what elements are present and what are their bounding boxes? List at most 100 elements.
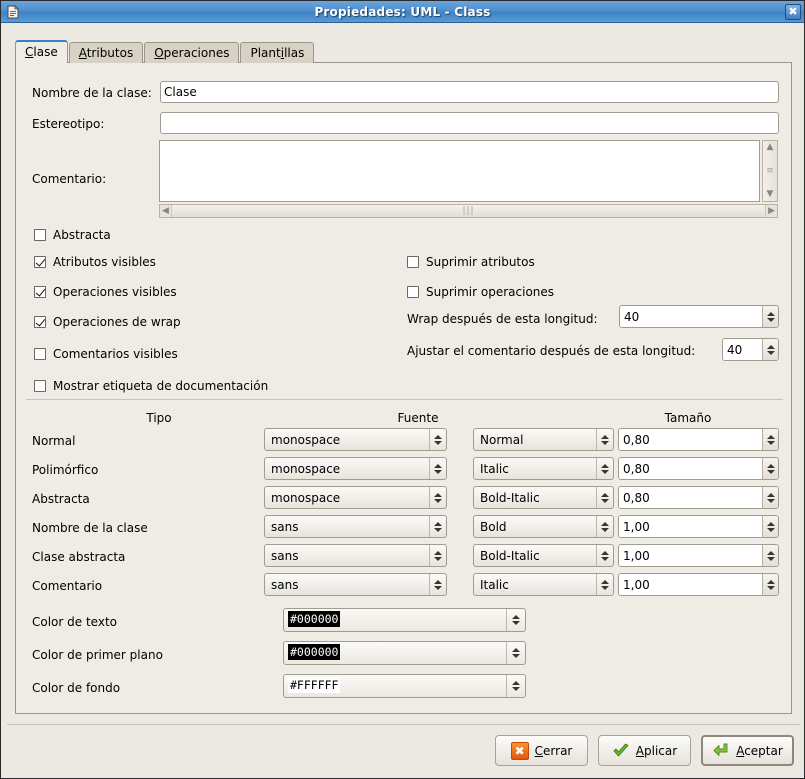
checkbox-mostrar-etiqueta-documentacion-box[interactable] [34,380,46,392]
checkbox-comentarios-visibles-box[interactable] [34,348,46,360]
font-size-spinner-4[interactable]: 1,00 [618,544,779,567]
font-size-value-3[interactable]: 1,00 [619,516,762,537]
comment-vertical-scrollbar[interactable]: ▲ ≡ ▼ [762,140,778,202]
chevron-updown-icon[interactable] [429,516,446,537]
comment-wrap-length-stepper[interactable] [762,339,778,360]
checkbox-abstracta[interactable]: Abstracta [34,228,111,242]
font-size-value-5[interactable]: 1,00 [619,574,762,595]
wrap-length-stepper[interactable] [762,306,778,327]
scroll-left-icon[interactable]: ◀ [160,205,171,218]
chevron-updown-icon[interactable] [596,429,613,450]
font-style-combo-2[interactable]: Bold-Italic [473,486,614,509]
chevron-updown-icon[interactable] [506,642,525,664]
font-family-combo-2[interactable]: monospace [264,486,447,509]
scroll-down-icon[interactable]: ▼ [765,188,776,201]
title-bar[interactable]: Propiedades: UML - Class ✖ [1,1,804,23]
font-size-stepper-3[interactable] [762,516,778,537]
font-size-spinner-3[interactable]: 1,00 [618,515,779,538]
color-texto-value[interactable]: #000000 [288,611,341,627]
checkbox-comentarios-visibles[interactable]: Comentarios visibles [34,347,178,361]
chevron-updown-icon[interactable] [429,487,446,508]
checkbox-suprimir-atributos-box[interactable] [407,256,419,268]
checkbox-operaciones-de-wrap[interactable]: Operaciones de wrap [34,315,181,329]
comment-wrap-length-value[interactable]: 40 [723,339,762,360]
comment-scrollpane: ▲ ≡ ▼ ◀ ||| ▶ [159,140,778,218]
font-size-stepper-4[interactable] [762,545,778,566]
chevron-updown-icon[interactable] [506,609,525,631]
checkbox-suprimir-operaciones[interactable]: Suprimir operaciones [407,285,554,299]
checkbox-mostrar-etiqueta-documentacion[interactable]: Mostrar etiqueta de documentación [34,379,268,393]
font-family-combo-3[interactable]: sans [264,515,447,538]
close-icon[interactable]: ✖ [785,4,801,20]
font-style-combo-0[interactable]: Normal [473,428,614,451]
checkbox-suprimir-operaciones-box[interactable] [407,286,419,298]
font-family-combo-1[interactable]: monospace [264,457,447,480]
chevron-up-icon[interactable] [766,344,775,349]
checkbox-suprimir-atributos[interactable]: Suprimir atributos [407,255,535,269]
font-size-spinner-1[interactable]: 0,80 [618,457,779,480]
font-size-value-1[interactable]: 0,80 [619,458,762,479]
font-style-combo-1[interactable]: Italic [473,457,614,480]
font-size-stepper-0[interactable] [762,429,778,450]
chevron-updown-icon[interactable] [596,516,613,537]
font-size-spinner-2[interactable]: 0,80 [618,486,779,509]
font-style-combo-3[interactable]: Bold [473,515,614,538]
chevron-up-icon[interactable] [766,311,775,316]
tab-clase[interactable]: Clase [15,40,68,63]
font-size-stepper-1[interactable] [762,458,778,479]
chevron-updown-icon[interactable] [596,487,613,508]
chevron-updown-icon[interactable] [429,574,446,595]
aplicar-button[interactable]: Aplicar [598,735,691,766]
comment-textarea[interactable] [159,140,760,202]
chevron-down-icon[interactable] [766,350,775,355]
font-family-combo-0[interactable]: monospace [264,428,447,451]
color-primer-plano-field[interactable]: #000000 [283,641,526,665]
color-fondo-value[interactable]: #FFFFFF [288,677,341,693]
comment-wrap-length-spinner[interactable]: 40 [722,338,779,361]
font-size-value-4[interactable]: 1,00 [619,545,762,566]
scroll-up-icon[interactable]: ▲ [765,141,776,154]
comment-horizontal-scrollbar[interactable]: ◀ ||| ▶ [159,204,778,218]
checkbox-operaciones-visibles-box[interactable] [34,286,46,298]
checkbox-comentarios-visibles-label: Comentarios visibles [53,347,178,361]
wrap-length-spinner[interactable]: 40 [619,305,779,328]
class-name-input[interactable]: Clase [160,81,779,103]
stereotype-input[interactable] [160,112,779,134]
checkbox-atributos-visibles-box[interactable] [34,256,46,268]
font-family-combo-5[interactable]: sans [264,573,447,596]
chevron-updown-icon[interactable] [429,429,446,450]
font-size-stepper-2[interactable] [762,487,778,508]
scroll-right-icon[interactable]: ▶ [766,205,777,218]
tab-plantillas[interactable]: Plantillas [240,42,315,63]
font-style-value-5: Italic [480,577,509,592]
checkbox-operaciones-visibles[interactable]: Operaciones visibles [34,285,177,299]
font-size-value-2[interactable]: 0,80 [619,487,762,508]
chevron-updown-icon[interactable] [429,545,446,566]
aceptar-button[interactable]: Aceptar [701,735,794,766]
chevron-down-icon[interactable] [766,317,775,322]
font-style-combo-5[interactable]: Italic [473,573,614,596]
font-size-spinner-5[interactable]: 1,00 [618,573,779,596]
checkbox-operaciones-de-wrap-box[interactable] [34,316,46,328]
checkbox-atributos-visibles[interactable]: Atributos visibles [34,255,156,269]
cerrar-button[interactable]: ✖ Cerrar [495,735,588,766]
font-size-stepper-5[interactable] [762,574,778,595]
font-size-value-0[interactable]: 0,80 [619,429,762,450]
color-primer-plano-value[interactable]: #000000 [288,644,341,660]
chevron-updown-icon[interactable] [596,458,613,479]
font-family-combo-4[interactable]: sans [264,544,447,567]
chevron-updown-icon[interactable] [506,675,525,697]
font-style-combo-4[interactable]: Bold-Italic [473,544,614,567]
chevron-updown-icon[interactable] [429,458,446,479]
font-size-spinner-0[interactable]: 0,80 [618,428,779,451]
tab-operaciones[interactable]: Operaciones [144,42,240,63]
chevron-updown-icon[interactable] [596,545,613,566]
checkbox-abstracta-box[interactable] [34,229,46,241]
scroll-thumb-horizontal[interactable]: ||| [170,205,767,217]
color-texto-field[interactable]: #000000 [283,608,526,632]
color-fondo-field[interactable]: #FFFFFF [283,674,526,698]
chevron-updown-icon[interactable] [596,574,613,595]
wrap-length-value[interactable]: 40 [620,306,762,327]
tab-atributos[interactable]: Atributos [68,42,144,63]
checkbox-abstracta-label: Abstracta [53,228,111,242]
